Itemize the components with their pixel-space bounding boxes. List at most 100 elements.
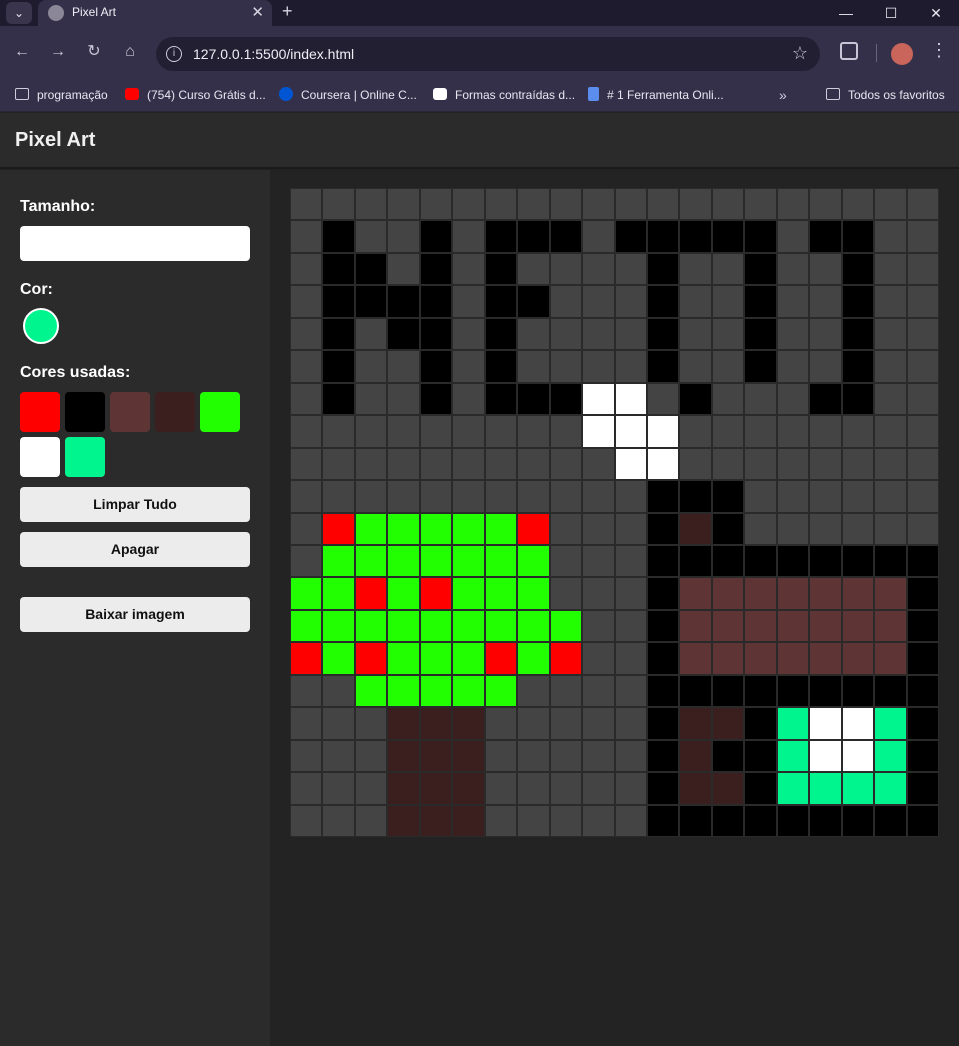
pixel-cell[interactable]	[711, 804, 745, 837]
pixel-cell[interactable]	[841, 512, 875, 545]
pixel-cell[interactable]	[646, 804, 680, 837]
pixel-cell[interactable]	[679, 415, 712, 448]
pixel-cell[interactable]	[646, 285, 680, 318]
pixel-cell[interactable]	[290, 707, 323, 740]
pixel-cell[interactable]	[874, 382, 907, 416]
pixel-cell[interactable]	[354, 544, 388, 578]
pixel-cell[interactable]	[452, 642, 485, 675]
pixel-cell[interactable]	[841, 188, 875, 221]
pixel-cell[interactable]	[387, 317, 420, 351]
pixel-cell[interactable]	[874, 512, 907, 545]
pixel-cell[interactable]	[744, 382, 777, 416]
pixel-cell[interactable]	[744, 739, 777, 773]
tab-close-icon[interactable]: ✕	[251, 3, 264, 21]
pixel-cell[interactable]	[841, 739, 875, 773]
pixel-cell[interactable]	[582, 707, 615, 740]
pixel-cell[interactable]	[354, 285, 388, 318]
bookmark-ferramenta[interactable]: # 1 Ferramenta Onli...	[588, 85, 724, 105]
pixel-cell[interactable]	[387, 674, 420, 708]
pixel-cell[interactable]	[549, 382, 583, 416]
pixel-cell[interactable]	[582, 447, 615, 481]
pixel-cell[interactable]	[354, 188, 388, 221]
pixel-cell[interactable]	[744, 447, 777, 481]
pixel-cell[interactable]	[452, 188, 485, 221]
pixel-cell[interactable]	[582, 739, 615, 773]
pixel-cell[interactable]	[841, 350, 875, 383]
pixel-cell[interactable]	[679, 804, 712, 837]
pixel-cell[interactable]	[354, 480, 388, 513]
pixel-cell[interactable]	[646, 220, 680, 253]
pixel-cell[interactable]	[776, 674, 810, 708]
pixel-cell[interactable]	[484, 350, 518, 383]
pixel-cell[interactable]	[841, 804, 875, 837]
pixel-cell[interactable]	[322, 220, 355, 253]
pixel-cell[interactable]	[809, 350, 842, 383]
pixel-cell[interactable]	[517, 220, 550, 253]
pixel-cell[interactable]	[841, 674, 875, 708]
pixel-cell[interactable]	[809, 642, 842, 675]
pixel-cell[interactable]	[809, 220, 842, 253]
pixel-cell[interactable]	[614, 512, 647, 545]
pixel-cell[interactable]	[354, 317, 388, 351]
minimize-icon[interactable]: —	[823, 2, 869, 24]
bookmark-coursera[interactable]: Coursera | Online C...	[279, 85, 417, 105]
pixel-cell[interactable]	[549, 447, 583, 481]
pixel-cell[interactable]	[711, 317, 745, 351]
pixel-cell[interactable]	[419, 674, 453, 708]
pixel-cell[interactable]	[387, 447, 420, 481]
pixel-cell[interactable]	[906, 317, 939, 351]
pixel-cell[interactable]	[452, 447, 485, 481]
pixel-cell[interactable]	[776, 188, 810, 221]
pixel-cell[interactable]	[582, 480, 615, 513]
pixel-cell[interactable]	[614, 739, 647, 773]
pixel-cell[interactable]	[614, 609, 647, 643]
pixel-cell[interactable]	[776, 252, 810, 286]
pixel-cell[interactable]	[387, 804, 420, 837]
pixel-cell[interactable]	[354, 512, 388, 545]
pixel-cell[interactable]	[906, 577, 939, 610]
pixel-cell[interactable]	[646, 480, 680, 513]
pixel-cell[interactable]	[290, 317, 323, 351]
pixel-cell[interactable]	[517, 285, 550, 318]
pixel-cell[interactable]	[776, 739, 810, 773]
pixel-cell[interactable]	[517, 415, 550, 448]
bookmark-formas[interactable]: Formas contraídas d...	[433, 85, 575, 105]
pixel-cell[interactable]	[517, 252, 550, 286]
pixel-cell[interactable]	[322, 707, 355, 740]
pixel-cell[interactable]	[322, 512, 355, 545]
pixel-cell[interactable]	[517, 577, 550, 610]
pixel-cell[interactable]	[452, 317, 485, 351]
pixel-cell[interactable]	[517, 512, 550, 545]
pixel-cell[interactable]	[322, 480, 355, 513]
pixel-cell[interactable]	[679, 382, 712, 416]
pixel-cell[interactable]	[322, 804, 355, 837]
pixel-cell[interactable]	[646, 544, 680, 578]
pixel-cell[interactable]	[614, 642, 647, 675]
pixel-cell[interactable]	[549, 285, 583, 318]
color-picker[interactable]	[23, 308, 59, 344]
pixel-cell[interactable]	[452, 804, 485, 837]
pixel-cell[interactable]	[582, 415, 615, 448]
pixel-cell[interactable]	[484, 577, 518, 610]
pixel-cell[interactable]	[776, 642, 810, 675]
pixel-cell[interactable]	[484, 642, 518, 675]
pixel-cell[interactable]	[517, 188, 550, 221]
pixel-cell[interactable]	[419, 317, 453, 351]
pixel-cell[interactable]	[517, 707, 550, 740]
pixel-cell[interactable]	[387, 512, 420, 545]
pixel-cell[interactable]	[711, 739, 745, 773]
pixel-cell[interactable]	[387, 188, 420, 221]
pixel-cell[interactable]	[549, 480, 583, 513]
pixel-cell[interactable]	[614, 220, 647, 253]
pixel-cell[interactable]	[582, 350, 615, 383]
pixel-cell[interactable]	[322, 188, 355, 221]
pixel-cell[interactable]	[776, 772, 810, 805]
pixel-cell[interactable]	[549, 188, 583, 221]
pixel-cell[interactable]	[582, 382, 615, 416]
pixel-cell[interactable]	[549, 544, 583, 578]
pixel-cell[interactable]	[711, 707, 745, 740]
pixel-cell[interactable]	[354, 609, 388, 643]
pixel-cell[interactable]	[419, 188, 453, 221]
pixel-cell[interactable]	[744, 188, 777, 221]
pixel-cell[interactable]	[906, 674, 939, 708]
